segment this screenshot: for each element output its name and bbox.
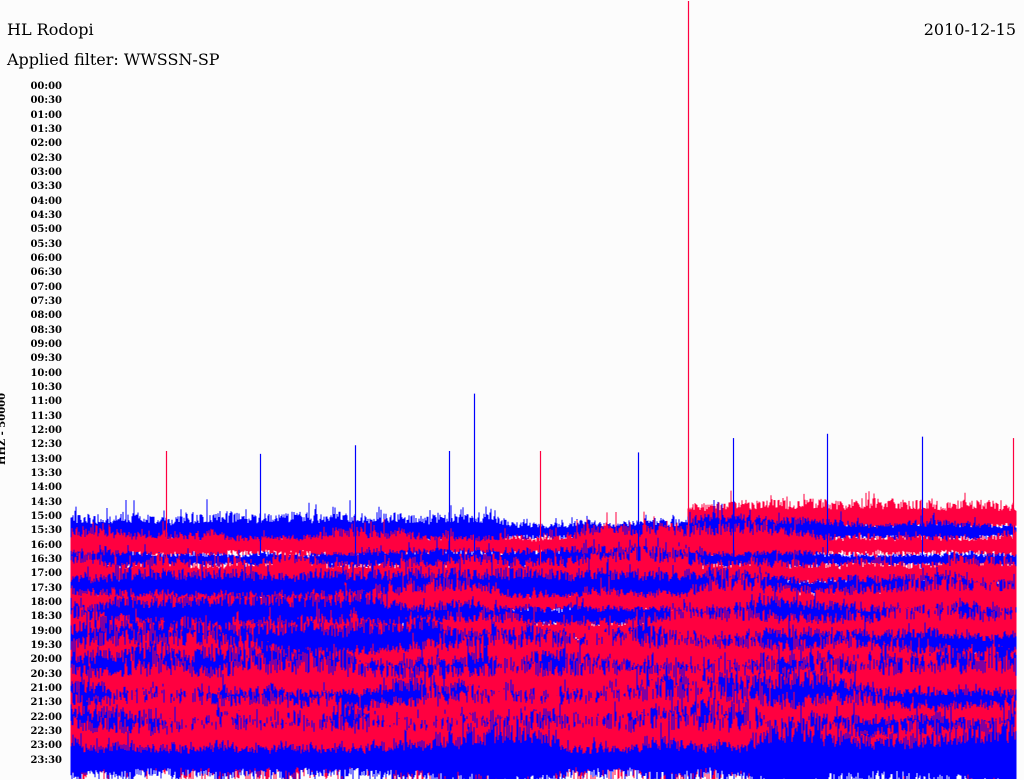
helicorder-plot bbox=[70, 1, 1017, 779]
